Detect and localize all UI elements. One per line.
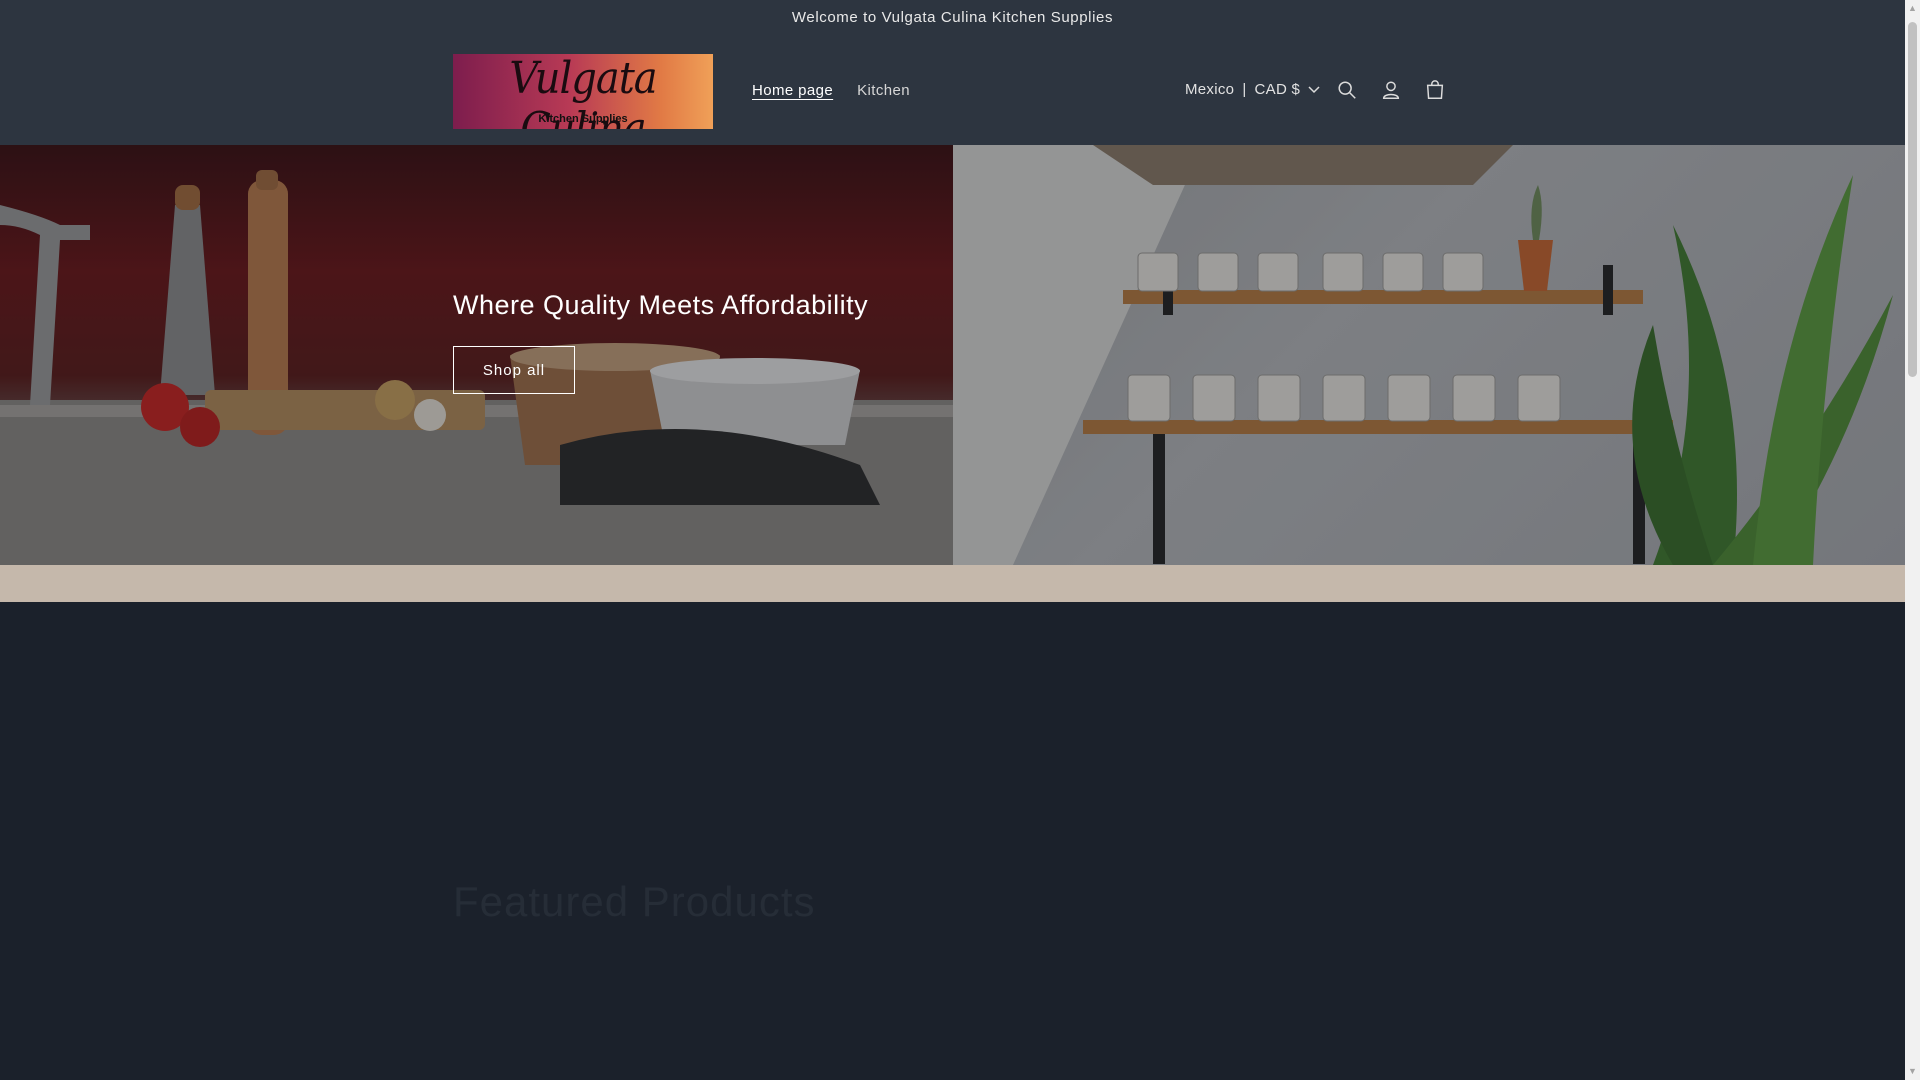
nav-kitchen[interactable]: Kitchen [857,82,910,99]
hero-banner: Where Quality Meets Affordability Shop a… [0,145,1905,565]
country-label: Mexico [1185,81,1235,98]
chevron-down-icon [1308,85,1320,93]
country-currency-selector[interactable]: Mexico | CAD $ [1185,81,1320,98]
site-header: Vulgata Culina Kitchen Supplies Home pag… [0,37,1905,146]
cart-icon [1426,80,1444,99]
hero-image-overlay-right [953,145,1905,565]
page: Welcome to Vulgata Culina Kitchen Suppli… [0,0,1905,1080]
section-divider-band [0,565,1905,602]
announcement-bar: Welcome to Vulgata Culina Kitchen Suppli… [0,0,1905,38]
announcement-text: Welcome to Vulgata Culina Kitchen Suppli… [791,9,1114,26]
scroll-up-arrow-icon[interactable]: ▲ [1905,0,1920,17]
store-logo[interactable]: Vulgata Culina Kitchen Supplies [453,54,713,129]
cart-button[interactable] [1417,72,1453,108]
search-icon [1338,81,1356,99]
search-button[interactable] [1329,72,1365,108]
nav-home-page[interactable]: Home page [752,82,833,99]
shop-all-button[interactable]: Shop all [453,346,575,394]
account-icon [1382,81,1400,99]
logo-tagline: Kitchen Supplies [538,113,628,125]
currency-label: CAD $ [1254,81,1301,98]
scroll-down-arrow-icon[interactable]: ▼ [1905,1063,1920,1080]
scrollbar-thumb[interactable] [1908,22,1917,377]
hero-heading: Where Quality Meets Affordability [453,290,869,320]
hero-text-block: Where Quality Meets Affordability [453,290,868,321]
separator: | [1242,81,1247,98]
hero-shelves-image [953,145,1905,565]
vertical-scrollbar[interactable]: ▲ ▼ [1905,0,1920,1080]
main-nav: Home page Kitchen [752,82,910,99]
featured-products-heading: Featured Products [453,878,816,925]
account-button[interactable] [1373,72,1409,108]
